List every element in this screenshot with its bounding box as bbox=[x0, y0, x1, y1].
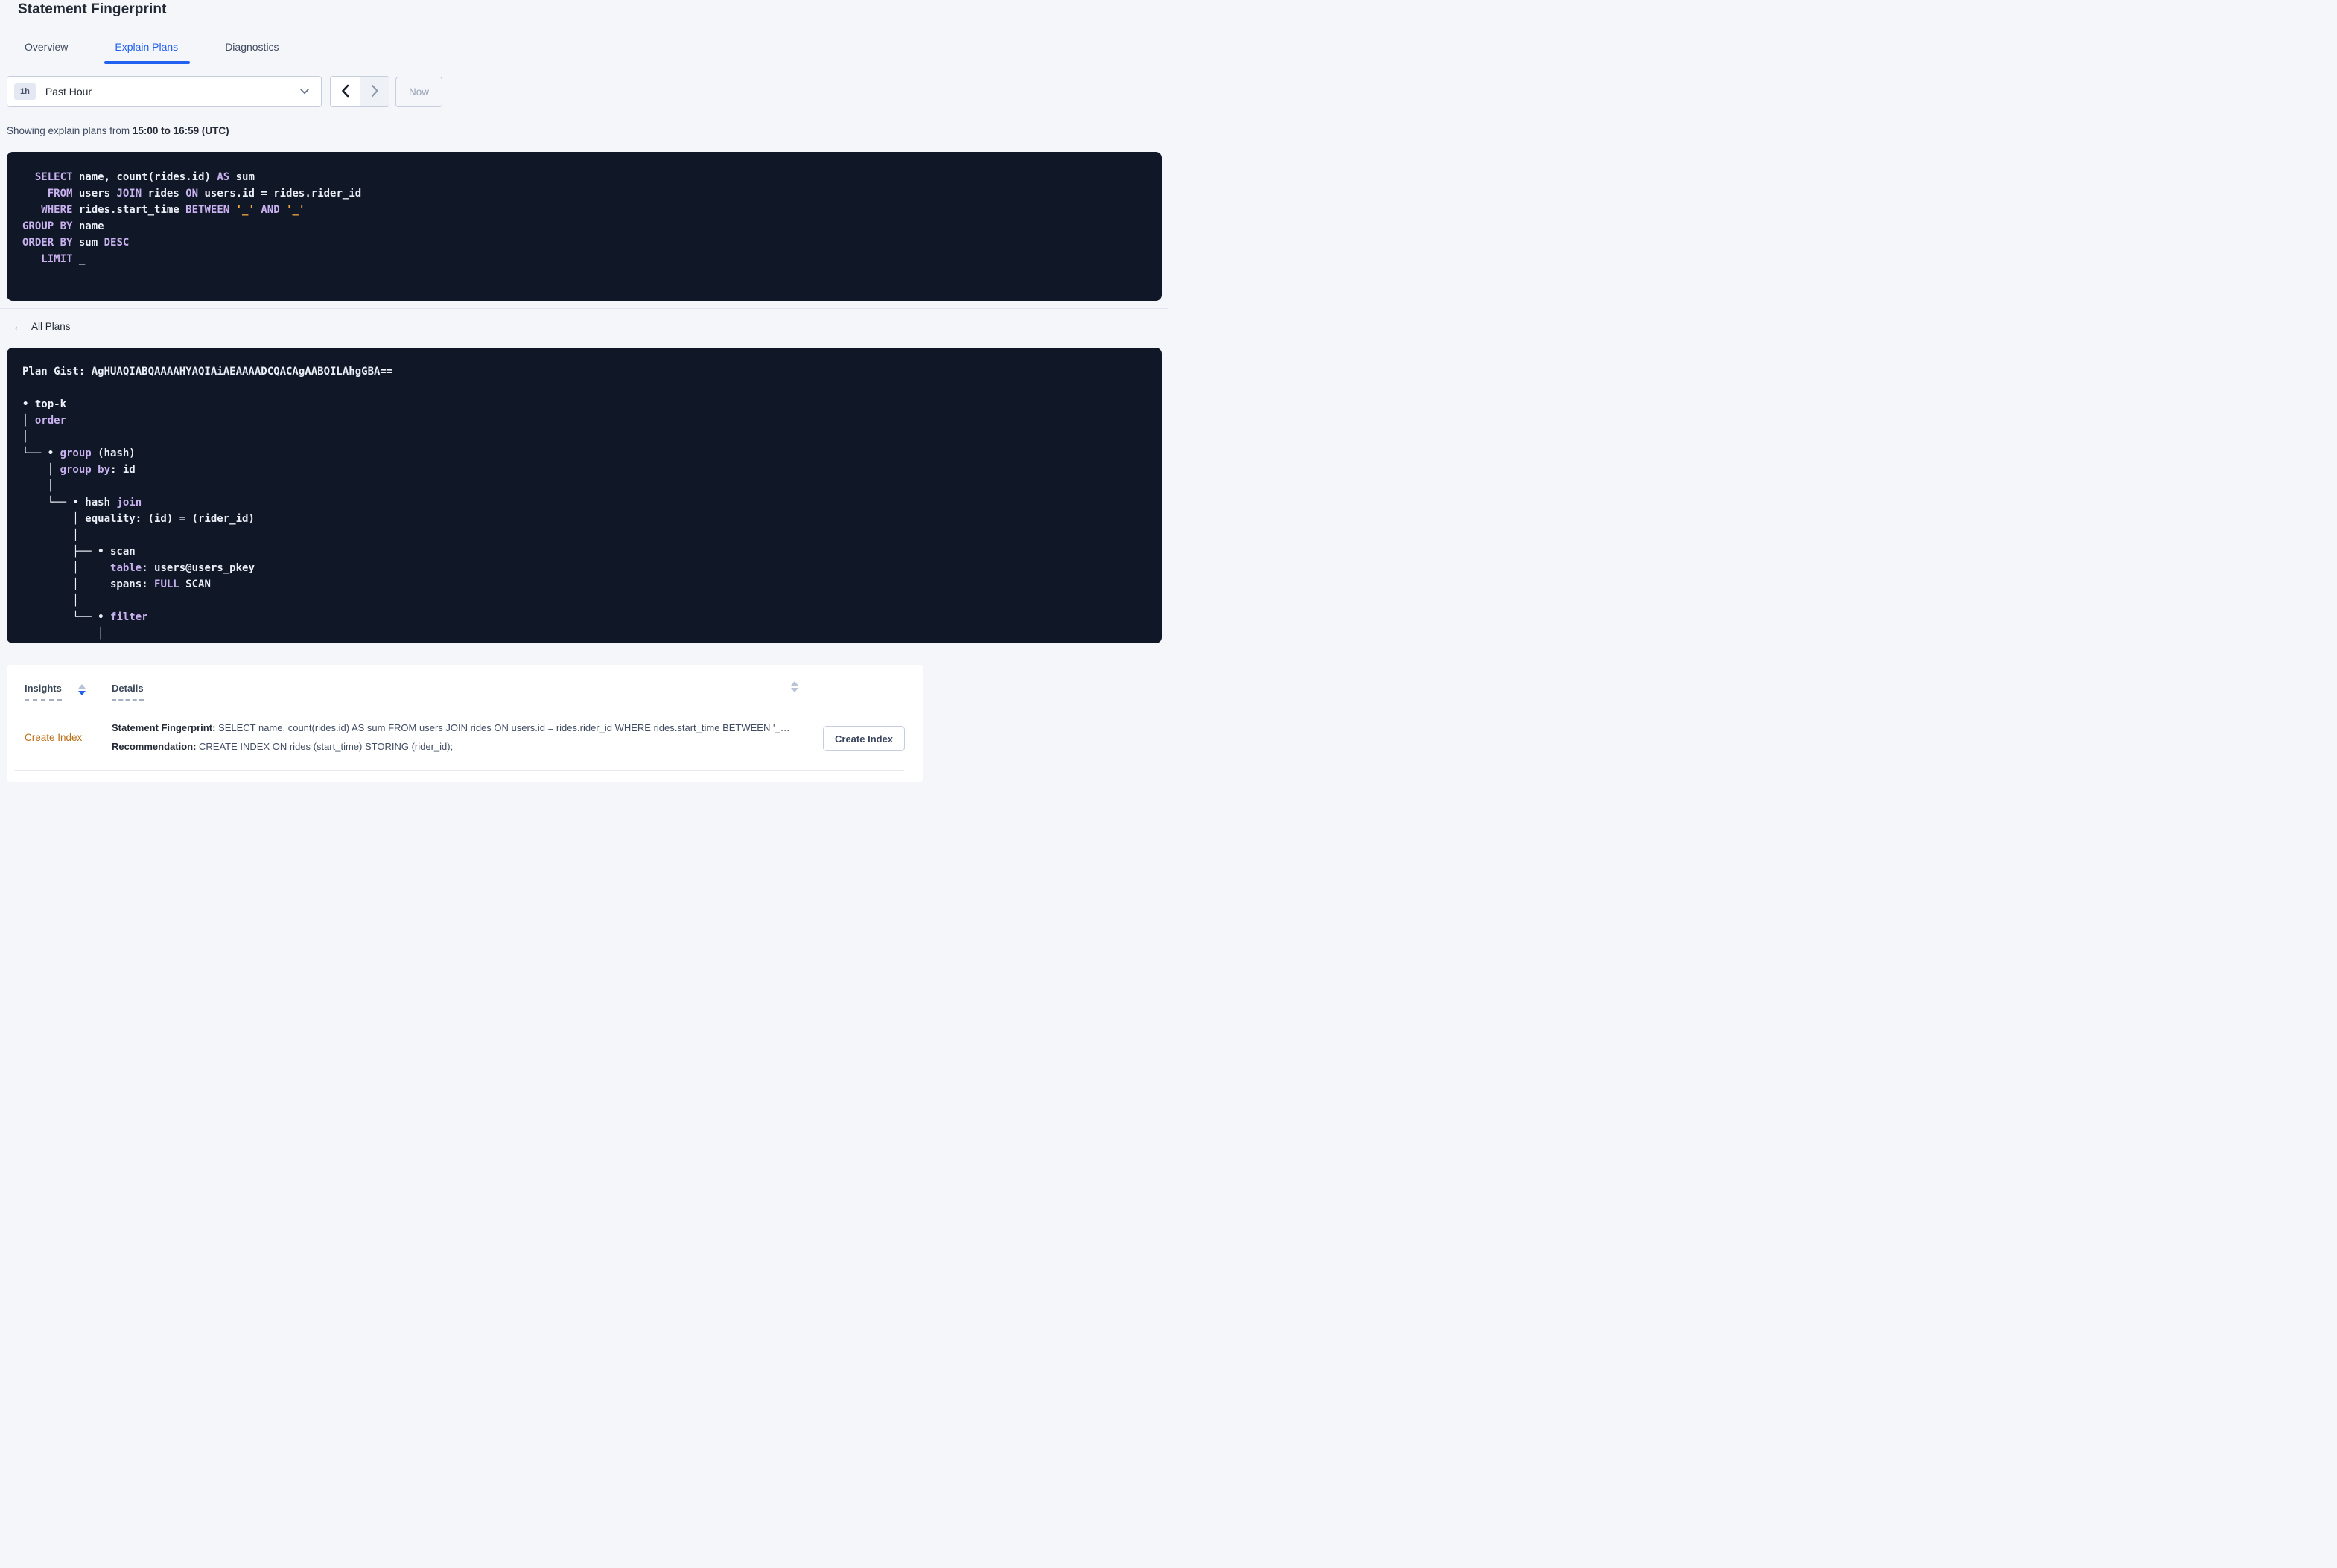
code-line: WHERE rides.start_time BETWEEN '_' AND '… bbox=[41, 204, 305, 216]
tab-explain-plans[interactable]: Explain Plans bbox=[104, 34, 190, 64]
code-line: GROUP BY name bbox=[22, 220, 104, 232]
next-interval-button[interactable] bbox=[360, 77, 389, 106]
code-line: │ bbox=[22, 595, 79, 607]
time-picker-row: 1h Past Hour Now bbox=[7, 76, 1168, 107]
section-divider bbox=[0, 308, 1168, 309]
tab-overview[interactable]: Overview bbox=[25, 34, 68, 63]
statement-fingerprint-line: Statement Fingerprint: SELECT name, coun… bbox=[112, 718, 804, 737]
page-title: Statement Fingerprint bbox=[18, 1, 167, 17]
tab-diagnostics[interactable]: Diagnostics bbox=[225, 34, 279, 63]
sort-icon-insights[interactable] bbox=[77, 683, 86, 695]
code-line: │ bbox=[22, 480, 54, 492]
code-line: FROM users JOIN rides ON users.id = ride… bbox=[47, 188, 362, 200]
code-line: │ equality: (id) = (rider_id) bbox=[22, 513, 255, 525]
code-line: • top-k bbox=[22, 398, 67, 410]
code-line: └── • hash join bbox=[22, 497, 142, 509]
all-plans-label: All Plans bbox=[31, 321, 71, 332]
code-line: │ bbox=[22, 628, 104, 640]
code-line: │ group by: id bbox=[22, 464, 136, 476]
code-line: ORDER BY sum DESC bbox=[22, 237, 130, 249]
create-index-button[interactable]: Create Index bbox=[823, 726, 906, 751]
column-header-insights[interactable]: Insights bbox=[25, 683, 86, 701]
code-line: └── • filter bbox=[22, 611, 148, 623]
insights-header-label: Insights bbox=[25, 683, 62, 701]
code-line: │ table: users@users_pkey bbox=[22, 562, 255, 574]
showing-range-prefix: Showing explain plans from bbox=[7, 125, 133, 136]
code-line: │ bbox=[22, 529, 79, 541]
plan-tree: • top-k │ order │ └── • group (hash) │ grou… bbox=[22, 396, 1148, 642]
tab-bar: Overview Explain Plans Diagnostics bbox=[0, 34, 1168, 64]
sort-icon-details[interactable] bbox=[791, 681, 798, 692]
recommendation-text: CREATE INDEX ON rides (start_time) STORI… bbox=[196, 741, 454, 752]
statement-fingerprint-text: SELECT name, count(rides.id) AS sum FROM… bbox=[215, 722, 790, 733]
plan-gist-line: Plan Gist: AgHUAQIABQAAAAHYAQIAiAEAAAADC… bbox=[22, 366, 393, 377]
chevron-down-icon bbox=[300, 89, 309, 95]
chevron-left-icon bbox=[341, 84, 349, 100]
recommendation-label: Recommendation: bbox=[112, 741, 197, 752]
code-line: ├── • scan bbox=[22, 546, 136, 558]
time-range-dropdown[interactable]: 1h Past Hour bbox=[7, 76, 322, 107]
code-line: SELECT name, count(rides.id) AS sum bbox=[34, 171, 255, 183]
statement-fingerprint-label: Statement Fingerprint: bbox=[112, 722, 216, 733]
code-line: │ order bbox=[22, 415, 67, 427]
interval-badge: 1h bbox=[14, 83, 36, 100]
table-row-divider bbox=[15, 770, 904, 771]
recommendation-line: Recommendation: CREATE INDEX ON rides (s… bbox=[112, 737, 804, 756]
sql-statement-block: SELECT name, count(rides.id) AS sum FROM… bbox=[7, 152, 1162, 301]
time-range-label: Past Hour bbox=[45, 86, 92, 98]
tab-explain-plans-label: Explain Plans bbox=[115, 41, 179, 53]
code-line: LIMIT _ bbox=[41, 253, 86, 265]
tab-overview-label: Overview bbox=[25, 41, 69, 53]
arrow-left-icon: ← bbox=[13, 320, 24, 333]
all-plans-back-link[interactable]: ← All Plans bbox=[13, 321, 1168, 332]
showing-range-text: Showing explain plans from 15:00 to 16:5… bbox=[7, 125, 1168, 136]
now-button[interactable]: Now bbox=[395, 76, 443, 107]
code-line: │ spans: FULL SCAN bbox=[22, 579, 211, 590]
code-line: └── • group (hash) bbox=[22, 447, 136, 459]
tab-diagnostics-label: Diagnostics bbox=[225, 41, 279, 53]
details-header-label: Details bbox=[112, 683, 144, 701]
insight-details-cell: Statement Fingerprint: SELECT name, coun… bbox=[112, 718, 804, 756]
code-line: │ bbox=[22, 431, 29, 443]
insight-type-link[interactable]: Create Index bbox=[25, 732, 82, 743]
insights-table-card: Insights Details Create Index Statement … bbox=[7, 665, 923, 782]
chevron-right-icon bbox=[371, 84, 379, 100]
plan-gist-block: Plan Gist: AgHUAQIABQAAAAHYAQIAiAEAAAADC… bbox=[7, 348, 1162, 643]
showing-range-value: 15:00 to 16:59 (UTC) bbox=[132, 125, 229, 136]
time-step-group bbox=[330, 76, 390, 107]
previous-interval-button[interactable] bbox=[331, 77, 360, 106]
column-header-details[interactable]: Details bbox=[112, 683, 144, 701]
